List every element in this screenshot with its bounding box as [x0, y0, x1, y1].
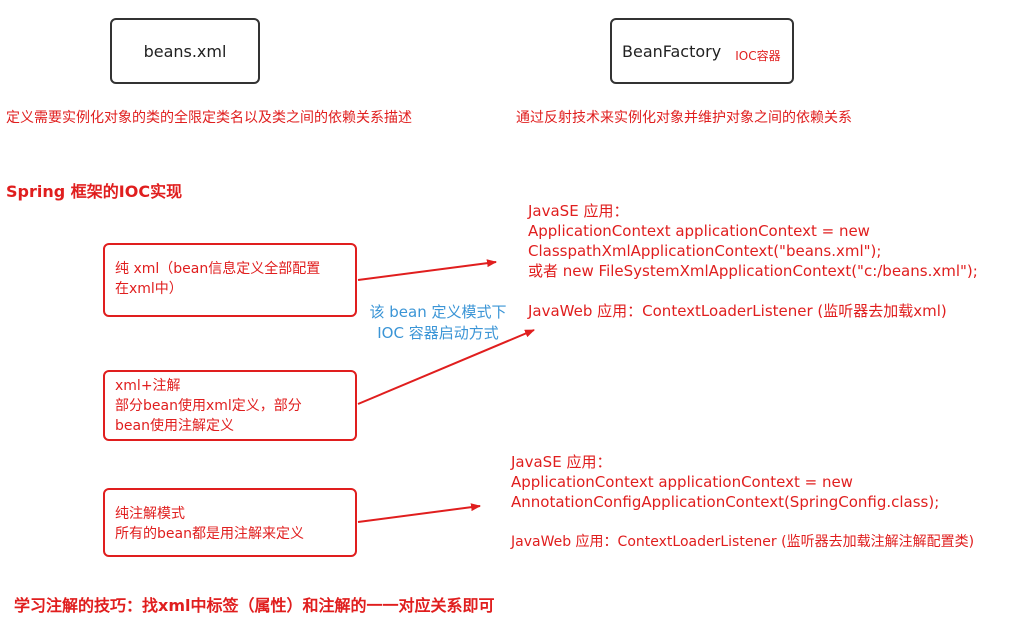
arrow-pure-xml: [357, 259, 497, 281]
arrow-xml-annotation: [357, 329, 535, 405]
arrow-pure-annotation: [357, 503, 481, 523]
arrows-layer: [357, 259, 535, 523]
